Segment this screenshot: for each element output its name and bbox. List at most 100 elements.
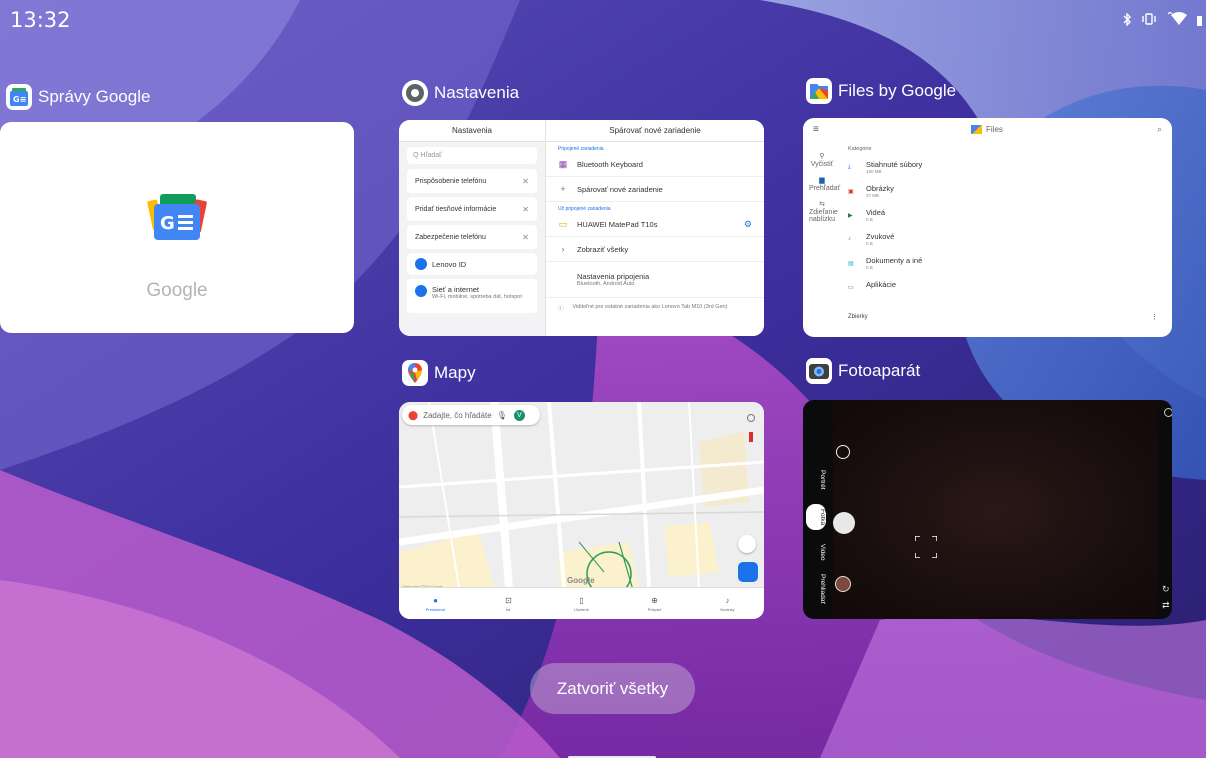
document-icon: ▤	[848, 261, 854, 267]
mode-browse[interactable]: Prehliadať	[806, 574, 826, 604]
camera-mode-selector: Portrét Fotka Video Prehliadať	[806, 470, 826, 610]
camera-app-card[interactable]: Portrét Fotka Video Prehliadať ↻ ⇄	[803, 400, 1172, 619]
record-button[interactable]	[738, 535, 756, 553]
app-title-files[interactable]: Files by Google	[806, 78, 956, 104]
show-all-item[interactable]: › Zobraziť všetky	[546, 237, 764, 262]
status-time: 13:32	[10, 8, 71, 32]
news-app-card[interactable]: G Google	[0, 122, 354, 333]
settings-left-pane: Nastavenia Q Hľadať Prispôsobenie telefó…	[399, 120, 545, 336]
list-item[interactable]: ▭ Aplikácie	[848, 280, 1148, 304]
files-app-card[interactable]: ≡ Files ⌕ ⚲ Vyčistiť ▆ Prehľadať ⇆ Zdieľani…	[803, 118, 1172, 337]
menu-icon[interactable]: ≡	[813, 124, 819, 135]
search-icon[interactable]: ⌕	[1157, 124, 1162, 135]
folder-icon: ▆	[819, 177, 825, 184]
list-item[interactable]: ♪ Zvukové 0 B	[848, 232, 1148, 256]
my-location-button[interactable]	[738, 562, 758, 582]
mode-video[interactable]: Video	[806, 544, 826, 561]
maps-bottom-nav: ● Preskúmať ⊡ Ísť ▯ Uložené ⊕ Prispieť ♪ Novi…	[399, 587, 764, 619]
pair-new-item[interactable]: + Spárovať nové zariadenie	[546, 177, 764, 202]
audio-icon: ♪	[848, 236, 851, 242]
wallpaper	[0, 0, 1206, 758]
files-logo-icon	[971, 125, 982, 134]
app-title-news[interactable]: G≡ Správy Google	[6, 84, 150, 110]
settings-lenovo-id[interactable]: Lenovo ID	[407, 253, 537, 275]
app-title-maps[interactable]: Mapy	[402, 360, 476, 386]
visibility-footer: ⓘ Viditeľné pre ostatné zariadenia ako Le…	[558, 304, 728, 312]
files-nav-rail: ⚲ Vyčistiť ▆ Prehľadať ⇆ Zdieľanie nablízku	[809, 152, 840, 224]
settings-suggestion-item[interactable]: Zabezpečenie telefónu ✕	[407, 225, 537, 249]
close-icon[interactable]: ✕	[522, 233, 529, 242]
rotate-icon[interactable]: ↻	[1162, 584, 1170, 595]
timer-icon[interactable]	[836, 445, 850, 459]
gallery-thumbnail[interactable]	[835, 576, 851, 592]
nearby-share-icon: ⇆	[819, 201, 825, 208]
list-item[interactable]: ▣ Obrázky 27 MB	[848, 184, 1148, 208]
settings-search-input[interactable]: Q Hľadať	[407, 147, 537, 164]
camera-settings-icon[interactable]	[1164, 408, 1172, 417]
tab-contribute[interactable]: ⊕ Prispieť	[630, 596, 680, 612]
bell-icon: ♪	[725, 595, 730, 605]
bluetooth-icon	[1123, 12, 1131, 26]
app-title-settings[interactable]: Nastavenia	[402, 80, 519, 106]
microphone-icon[interactable]: 🎙	[497, 411, 507, 420]
wifi-icon	[415, 285, 427, 297]
broom-icon: ⚲	[819, 153, 825, 160]
svg-text:G: G	[160, 213, 175, 234]
list-item[interactable]: ⤓ Stiahnuté súbory 160 MB	[848, 160, 1148, 184]
rail-item-clean[interactable]: ⚲ Vyčistiť	[809, 152, 835, 176]
list-item[interactable]: ▶ Videá 0 B	[848, 208, 1148, 232]
map-pin-icon: ⬤	[408, 409, 419, 420]
plus-icon: +	[560, 184, 566, 194]
settings-gear-icon	[402, 80, 428, 106]
settings-app-card[interactable]: Nastavenia Q Hľadať Prispôsobenie telefó…	[399, 120, 764, 336]
maps-search-input[interactable]: ⬤ Zadajte, čo hľadáte 🎙 V	[402, 405, 540, 425]
video-icon: ▶	[848, 213, 853, 219]
rail-item-share[interactable]: ⇆ Zdieľanie nablízku	[809, 200, 838, 224]
files-collections-heading: Zbierky	[848, 314, 868, 320]
files-brand: Files	[971, 125, 1003, 134]
settings-right-pane: Spárovať nové zariadenie Pripojené zaria…	[545, 120, 764, 336]
close-all-button[interactable]: Zatvoriť všetky	[530, 663, 695, 714]
switch-camera-icon[interactable]: ⇄	[1162, 600, 1170, 611]
app-title-files-label: Files by Google	[838, 81, 957, 100]
tab-updates[interactable]: ♪ Novinky	[703, 596, 753, 612]
battery-icon	[1197, 16, 1202, 26]
camera-viewfinder[interactable]	[833, 400, 1158, 619]
mode-portrait[interactable]: Portrét	[806, 470, 826, 490]
maps-app-card[interactable]: ⬤ Zadajte, čo hľadáte 🎙 V Google Údaje m…	[399, 402, 764, 619]
maps-google-watermark: Google	[567, 576, 595, 585]
huawei-device-item[interactable]: ▭ HUAWEI MatePad T10s ⚙	[546, 212, 764, 237]
settings-network-item[interactable]: Sieť a internet Wi-Fi, mobilné, spotreba…	[407, 279, 537, 313]
shutter-button[interactable]	[833, 512, 855, 534]
google-maps-icon	[402, 360, 428, 386]
mode-photo[interactable]: Fotka	[806, 504, 826, 531]
tab-explore[interactable]: ● Preskúmať	[411, 596, 461, 612]
section-connected: Pripojené zariadenia	[558, 146, 604, 152]
settings-suggestion-item[interactable]: Pridať tiesňové informácie ✕	[407, 197, 537, 221]
files-category-list: ⤓ Stiahnuté súbory 160 MB ▣ Obrázky 27 MB ▶ V…	[848, 160, 1148, 304]
connection-prefs-item[interactable]: Nastavenia pripojenia Bluetooth, Android…	[546, 262, 764, 298]
tablet-icon: ▭	[558, 218, 568, 229]
close-icon[interactable]: ✕	[522, 205, 529, 214]
more-vert-icon[interactable]: ⋮	[1151, 313, 1158, 321]
google-news-logo: G	[147, 194, 207, 240]
tab-go[interactable]: ⊡ Ísť	[484, 596, 534, 612]
list-item[interactable]: ▤ Dokumenty a iné 0 B	[848, 256, 1148, 280]
svg-text:G≡: G≡	[13, 95, 26, 104]
map-canvas[interactable]	[399, 402, 764, 587]
bookmark-icon: ▯	[579, 595, 584, 605]
add-circle-icon: ⊕	[651, 595, 658, 605]
app-title-camera[interactable]: Fotoaparát	[806, 358, 920, 384]
rail-item-browse[interactable]: ▆ Prehľadať	[809, 176, 840, 200]
app-title-settings-label: Nastavenia	[434, 83, 520, 102]
settings-suggestion-item[interactable]: Prispôsobenie telefónu ✕	[407, 169, 537, 193]
bt-keyboard-item[interactable]: ▦ Bluetooth Keyboard	[546, 152, 764, 177]
google-news-icon: G≡	[6, 84, 32, 110]
avatar[interactable]: V	[513, 409, 525, 421]
files-categories-heading: Kategórie	[848, 146, 872, 152]
app-title-news-label: Správy Google	[38, 87, 151, 106]
vibrate-icon	[1142, 13, 1156, 25]
tab-saved[interactable]: ▯ Uložené	[557, 596, 607, 612]
close-icon[interactable]: ✕	[522, 177, 529, 186]
device-settings-gear-icon[interactable]: ⚙	[744, 219, 752, 230]
